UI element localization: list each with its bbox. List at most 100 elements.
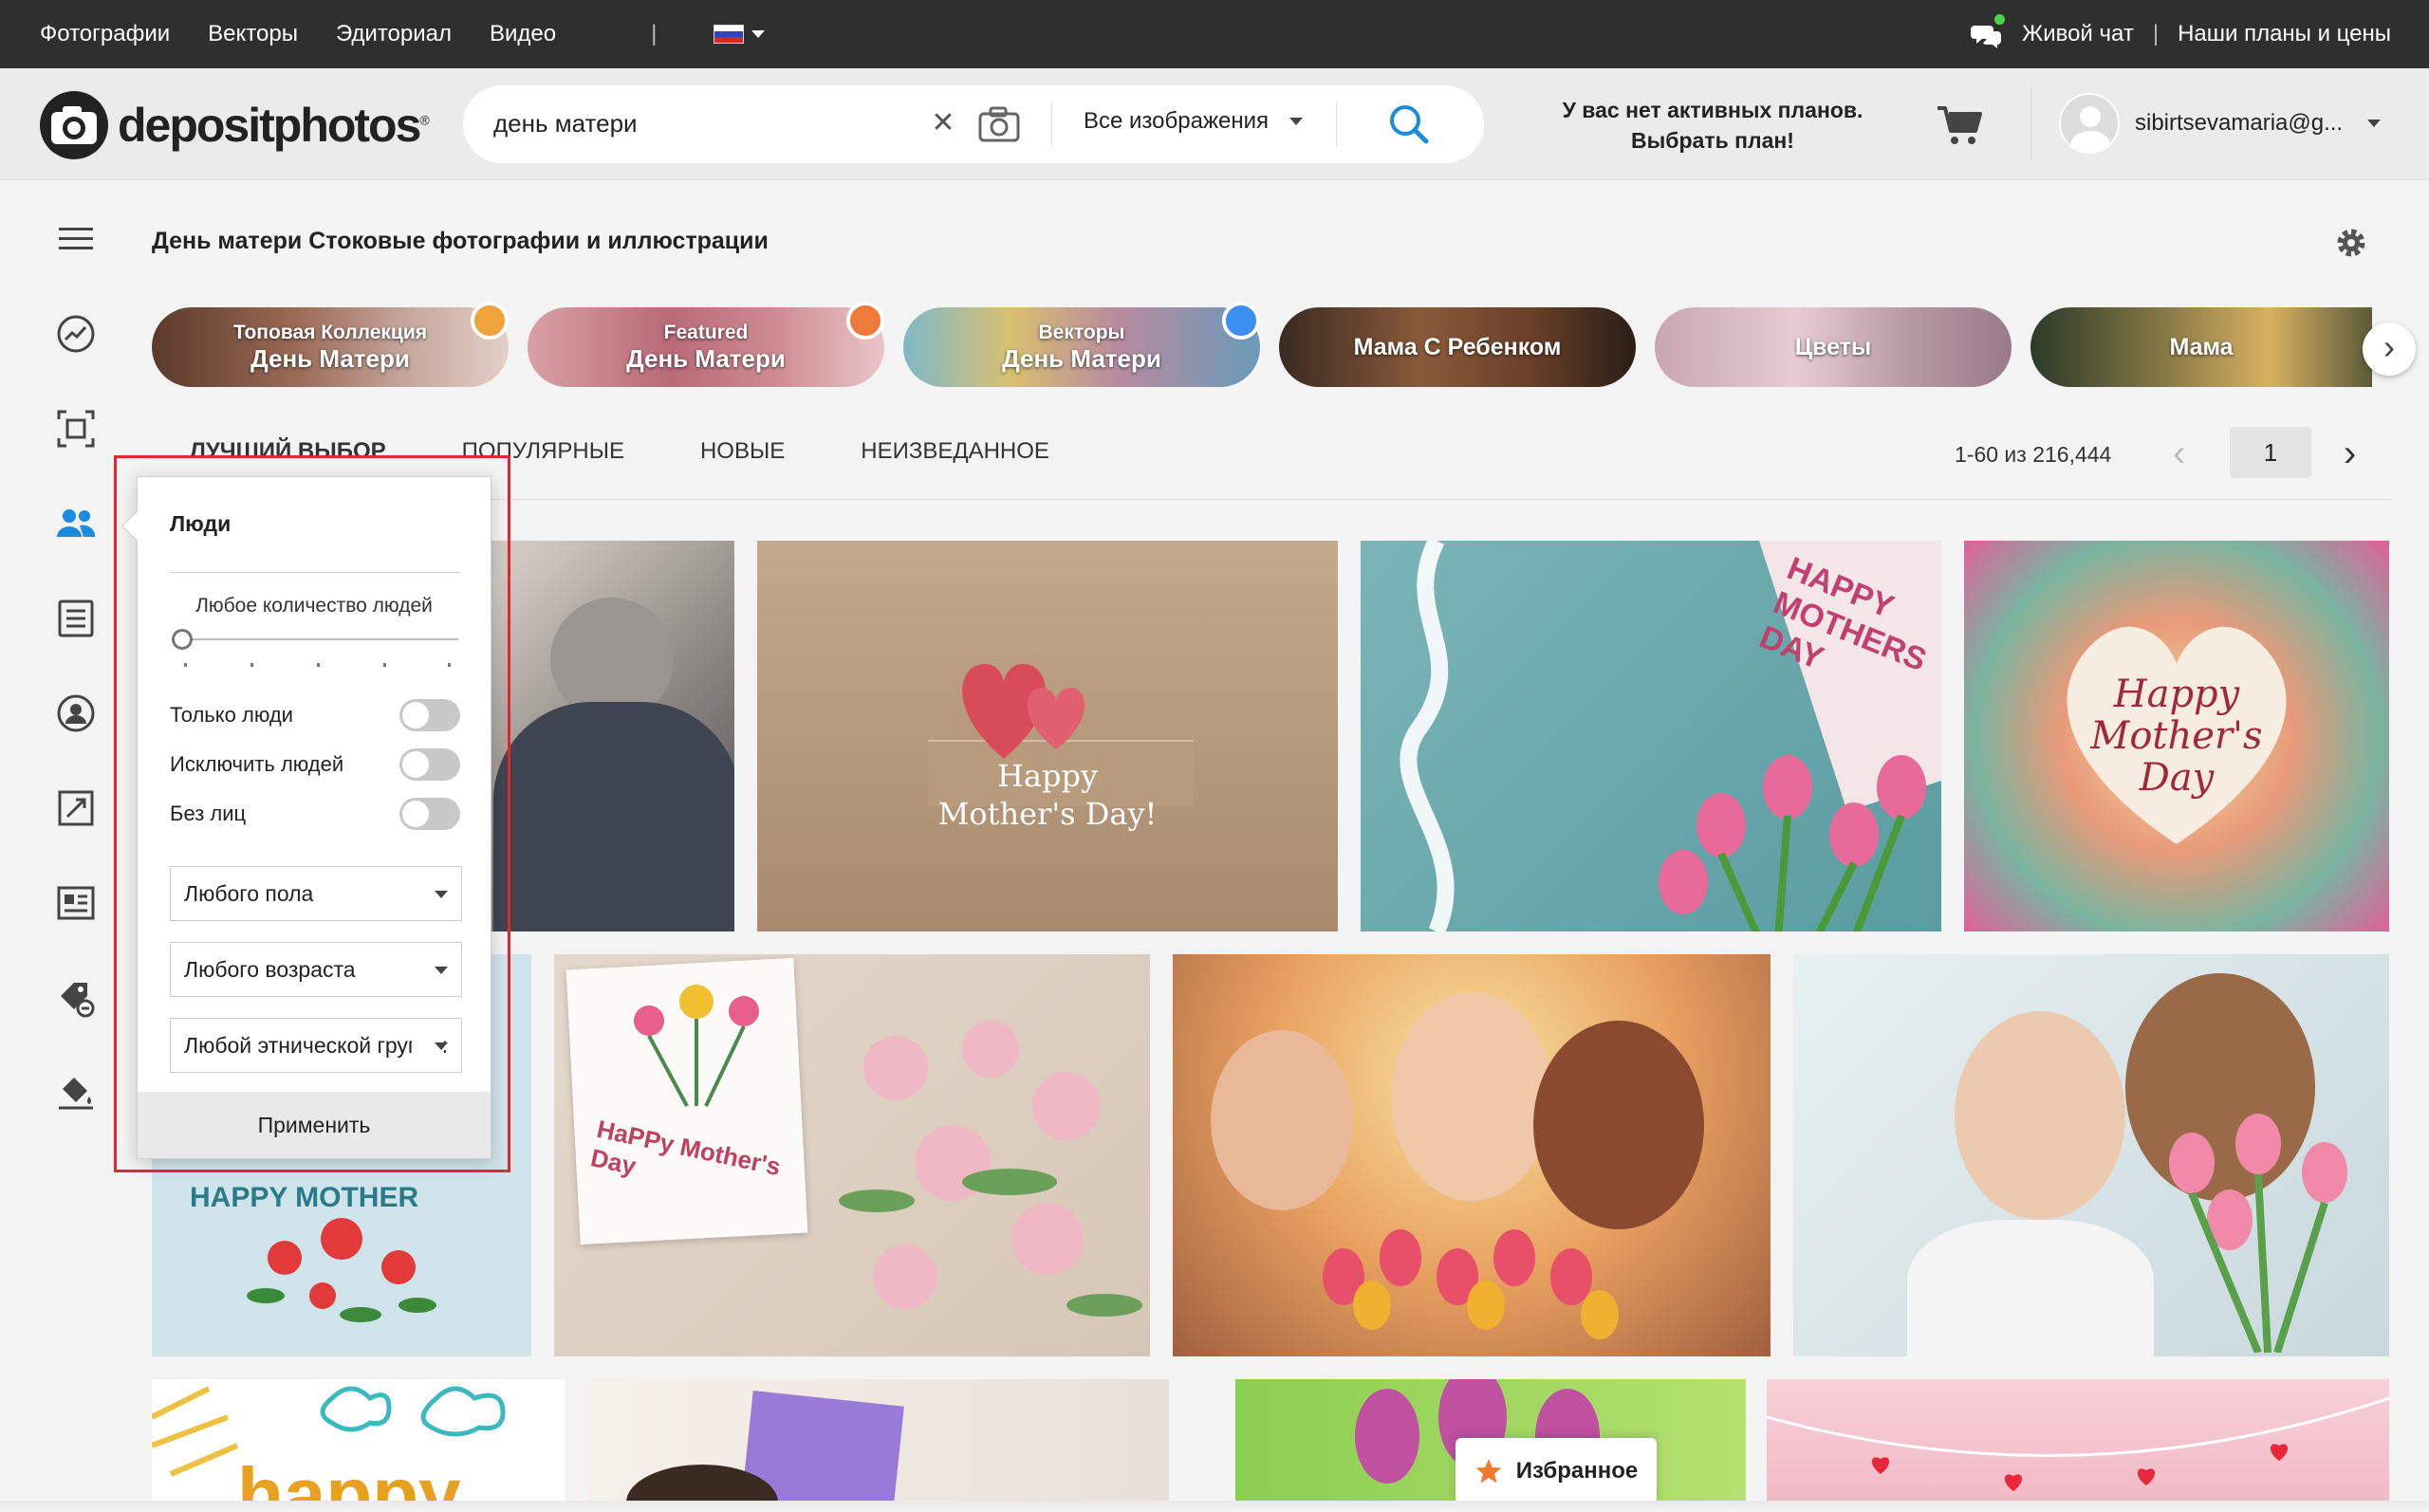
pen-icon bbox=[1222, 302, 1260, 340]
language-selector[interactable] bbox=[695, 25, 766, 44]
chip-mother-child[interactable]: Мама С Ребенком bbox=[1279, 307, 1636, 387]
chip-label: Цветы bbox=[1794, 333, 1872, 360]
user-circle-icon[interactable] bbox=[55, 692, 97, 734]
crown-icon bbox=[471, 302, 509, 340]
nav-editorial[interactable]: Эдиториал bbox=[336, 21, 452, 47]
image-tile[interactable]: HAPPY MOTHERS DAY bbox=[1361, 541, 1941, 931]
favorites-label: Избранное bbox=[1515, 1458, 1639, 1484]
image-tile[interactable] bbox=[1767, 1379, 2389, 1512]
resize-icon[interactable] bbox=[55, 787, 97, 829]
hair-shape bbox=[1533, 1021, 1704, 1229]
chip-line2: День Матери bbox=[1002, 344, 1161, 373]
chip-flowers[interactable]: Цветы bbox=[1655, 307, 2012, 387]
chat-icon[interactable] bbox=[1971, 14, 2006, 48]
chip-featured[interactable]: Featured День Матери bbox=[528, 307, 884, 387]
top-right: Живой чат | Наши планы и цены bbox=[1971, 0, 2391, 68]
image-type-label: Все изображения bbox=[1084, 108, 1270, 134]
image-tile[interactable]: HaPPy Mother's Day bbox=[554, 954, 1150, 1356]
plans-line1: У вас нет активных планов. bbox=[1562, 98, 1863, 122]
chip-line2: День Матери bbox=[250, 344, 410, 373]
star-icon bbox=[1475, 1459, 1502, 1484]
nav-video[interactable]: Видео bbox=[490, 21, 556, 47]
clear-icon[interactable]: ✕ bbox=[926, 106, 960, 140]
image-type-select[interactable]: Все изображения bbox=[1084, 108, 1304, 135]
prev-page-icon[interactable]: ‹ bbox=[2173, 433, 2185, 475]
heart-icon bbox=[846, 302, 884, 340]
plans-prices-link[interactable]: Наши планы и цены bbox=[2178, 21, 2391, 47]
cart-icon[interactable] bbox=[1936, 104, 1983, 146]
russia-flag-icon bbox=[714, 25, 745, 44]
tulips-icon bbox=[1323, 1229, 1619, 1339]
paint-bucket-icon[interactable] bbox=[55, 1072, 97, 1114]
online-dot bbox=[1994, 14, 2006, 25]
chip-line1: Featured bbox=[663, 322, 749, 343]
logo[interactable]: depositphotos® bbox=[38, 89, 430, 161]
image-tile[interactable]: happy bbox=[152, 1379, 566, 1512]
chip-line1: Топовая Коллекция bbox=[232, 322, 428, 343]
roses-icon bbox=[839, 1021, 1142, 1317]
chip-label: Мама С Ребенком bbox=[1353, 333, 1562, 360]
image-tile[interactable] bbox=[1793, 954, 2389, 1356]
face-shape bbox=[1955, 1011, 2125, 1220]
next-page-icon[interactable]: › bbox=[2344, 433, 2356, 475]
face-shape bbox=[1211, 1030, 1353, 1210]
chips-next-button[interactable]: › bbox=[2363, 323, 2416, 376]
list-icon[interactable] bbox=[55, 598, 97, 639]
page-number-input[interactable]: 1 bbox=[2230, 427, 2311, 478]
chip-label: Мама bbox=[2169, 333, 2234, 360]
tulips-icon bbox=[1659, 755, 1926, 931]
editorial-icon[interactable] bbox=[55, 882, 97, 924]
nav-vectors[interactable]: Векторы bbox=[208, 21, 298, 47]
user-menu[interactable]: sibirtsevamaria@g... bbox=[2059, 93, 2382, 154]
tab-unexplored[interactable]: НЕИЗВЕДАННОЕ bbox=[861, 438, 1049, 465]
header: depositphotos® ✕ Все изображения У вас н… bbox=[0, 68, 2429, 180]
menu-icon[interactable] bbox=[55, 218, 97, 260]
highlight-box bbox=[114, 455, 510, 1172]
results-count: 1-60 из 216,444 bbox=[1955, 442, 2112, 467]
top-right-separator: | bbox=[2152, 21, 2160, 46]
chip-line1: Векторы bbox=[1038, 322, 1125, 343]
top-nav: Фотографии Векторы Эдиториал Видео | bbox=[40, 0, 766, 68]
image-tile[interactable] bbox=[588, 1379, 1169, 1512]
plans-line2: Выбрать план! bbox=[1631, 128, 1794, 153]
camera-logo-icon bbox=[40, 91, 108, 159]
tag-remove-icon[interactable] bbox=[55, 977, 97, 1019]
chip-line2: День Матери bbox=[626, 344, 786, 373]
chevron-down-icon bbox=[2367, 120, 2382, 127]
image-caption: Happy Mother's Day bbox=[2090, 673, 2263, 800]
search-icon[interactable] bbox=[1385, 101, 1433, 148]
image-caption: Happy Mother's Day! bbox=[937, 758, 1158, 832]
image-tile[interactable]: Happy Mother's Day bbox=[1964, 541, 2389, 931]
chip-vectors[interactable]: Векторы День Матери bbox=[903, 307, 1260, 387]
chevron-down-icon bbox=[751, 30, 766, 38]
header-divider bbox=[2030, 87, 2031, 159]
body-shape bbox=[1907, 1220, 2154, 1356]
top-bar: Фотографии Векторы Эдиториал Видео | Жив… bbox=[0, 0, 2429, 68]
scan-icon[interactable] bbox=[55, 408, 97, 450]
image-tile[interactable] bbox=[1173, 954, 1771, 1356]
tab-new[interactable]: НОВЫЕ bbox=[700, 438, 785, 465]
bottom-edge bbox=[0, 1501, 2429, 1512]
nav-separator: | bbox=[651, 21, 658, 46]
favorites-button[interactable]: Избранное bbox=[1456, 1438, 1657, 1504]
live-chat-link[interactable]: Живой чат bbox=[2022, 21, 2134, 47]
flowers-icon bbox=[247, 1218, 436, 1322]
avatar bbox=[2059, 93, 2120, 154]
camera-search-icon[interactable] bbox=[977, 106, 1021, 142]
flowers-icon bbox=[634, 985, 759, 1107]
search-divider bbox=[1051, 102, 1052, 146]
hearts-garland-icon bbox=[1767, 1396, 2389, 1491]
people-icon[interactable] bbox=[55, 503, 97, 544]
image-tile[interactable]: Happy Mother's Day! bbox=[757, 541, 1338, 931]
face-shape bbox=[1391, 992, 1552, 1201]
gear-icon[interactable] bbox=[2334, 226, 2368, 260]
chip-mom[interactable]: Мама bbox=[2030, 307, 2372, 387]
image-shape bbox=[493, 702, 734, 931]
tulips-icon bbox=[2169, 1114, 2347, 1353]
user-email: sibirtsevamaria@g... bbox=[2135, 110, 2344, 136]
plans-notice[interactable]: У вас нет активных планов. Выбрать план! bbox=[1537, 95, 1888, 156]
search-divider bbox=[1336, 102, 1337, 146]
chip-top-collection[interactable]: Топовая Коллекция День Матери bbox=[152, 307, 509, 387]
nav-photos[interactable]: Фотографии bbox=[40, 21, 170, 47]
trending-icon[interactable] bbox=[55, 313, 97, 355]
